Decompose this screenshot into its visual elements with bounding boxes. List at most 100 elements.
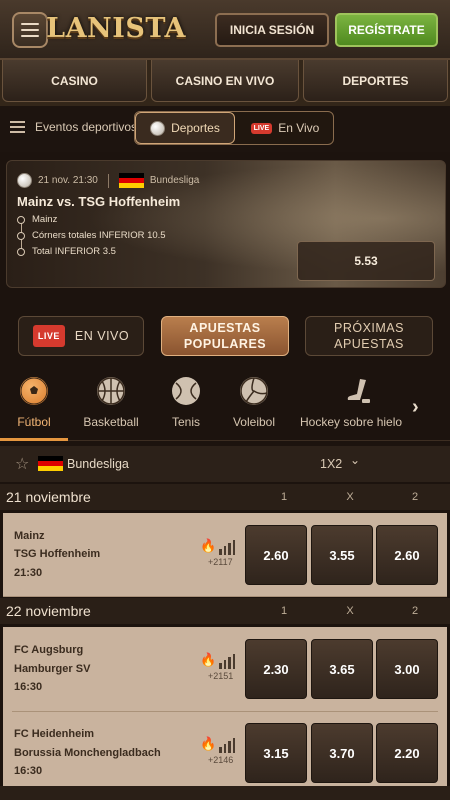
- star-icon[interactable]: ☆: [15, 454, 29, 474]
- selection-item: Total INFERIOR 3.5: [17, 245, 166, 261]
- featured-date: 21 nov. 21:30: [38, 175, 98, 186]
- basketball-icon: [97, 377, 125, 405]
- menu-button[interactable]: [12, 12, 48, 48]
- featured-meta: 21 nov. 21:30 Bundesliga: [17, 173, 199, 188]
- odds-away-button[interactable]: 3.00: [376, 639, 438, 699]
- top-nav: CASINO CASINO EN VIVO DEPORTES: [0, 60, 450, 106]
- germany-flag-icon: [38, 456, 63, 471]
- soccer-ball-icon: [17, 173, 32, 188]
- germany-flag-icon: [118, 173, 144, 188]
- chevron-right-icon[interactable]: ›: [412, 396, 419, 419]
- more-markets-count[interactable]: +2146: [208, 755, 233, 765]
- more-markets-count[interactable]: +2117: [208, 557, 233, 567]
- featured-title: Mainz vs. TSG Hoffenheim: [17, 194, 181, 209]
- column-header-1: 1: [280, 605, 288, 617]
- tab-live[interactable]: LIVE En Vivo: [235, 112, 333, 144]
- tab-live-label: En Vivo: [278, 121, 320, 135]
- nav-live-casino[interactable]: CASINO EN VIVO: [151, 60, 299, 102]
- date-label: 21 noviembre: [6, 489, 91, 505]
- sports-live-toggle: Deportes LIVE En Vivo: [134, 111, 334, 145]
- home-team: FC Augsburg: [14, 644, 84, 656]
- sport-tab-ice-hockey[interactable]: Hockey sobre hielo: [300, 377, 412, 435]
- odds-draw-button[interactable]: 3.70: [311, 723, 373, 783]
- soccer-ball-icon: [20, 377, 48, 405]
- filter-popular-line2: POPULARES: [183, 337, 267, 351]
- home-team: Mainz: [14, 530, 45, 542]
- featured-bet-card[interactable]: 21 nov. 21:30 Bundesliga Mainz vs. TSG H…: [6, 160, 446, 288]
- divider: [107, 173, 109, 188]
- column-header-1: 1: [280, 491, 288, 503]
- stats-icon[interactable]: [219, 738, 235, 753]
- menu-icon-bar: [21, 35, 39, 37]
- page-bottom: [0, 786, 450, 800]
- selection-item: Mainz: [17, 213, 166, 229]
- sport-tab-volleyball[interactable]: Voleibol: [224, 377, 284, 435]
- featured-league: Bundesliga: [149, 175, 200, 186]
- soccer-ball-icon: [150, 120, 166, 136]
- live-badge: LIVE: [250, 122, 273, 134]
- column-header-2: 2: [411, 491, 419, 503]
- fire-icon: 🔥: [200, 652, 217, 667]
- sport-label: Basketball: [83, 415, 139, 429]
- fire-icon: 🔥: [200, 736, 217, 751]
- filter-live-label: EN VIVO: [74, 329, 130, 343]
- sport-label: Fútbol: [17, 415, 51, 429]
- menu-icon-bar: [21, 29, 39, 31]
- filter-live[interactable]: LIVE EN VIVO: [18, 316, 144, 356]
- away-team: TSG Hoffenheim: [14, 548, 101, 560]
- menu-icon-bar: [21, 23, 39, 25]
- stats-icon[interactable]: [219, 654, 235, 669]
- odds-away-button[interactable]: 2.60: [376, 525, 438, 585]
- tab-sports-label: Deportes: [171, 121, 220, 135]
- match-time: 21:30: [14, 567, 43, 579]
- login-button[interactable]: INICIA SESIÓN: [215, 13, 329, 47]
- match-time: 16:30: [14, 765, 43, 777]
- sport-label: Voleibol: [232, 415, 276, 429]
- nav-sports[interactable]: DEPORTES: [303, 60, 448, 102]
- odds-away-button[interactable]: 2.20: [376, 723, 438, 783]
- filter-popular-bets[interactable]: APUESTAS POPULARES: [161, 316, 289, 356]
- date-label: 22 noviembre: [6, 603, 91, 619]
- tennis-ball-icon: [172, 377, 200, 405]
- away-team: Borussia Monchengladbach: [14, 747, 161, 759]
- chevron-down-icon[interactable]: ⌄: [350, 453, 360, 467]
- fire-icon: 🔥: [200, 538, 217, 553]
- filter-next-line1: PRÓXIMAS: [334, 321, 404, 335]
- league-name: Bundesliga: [67, 457, 129, 471]
- odds-home-button[interactable]: 2.30: [245, 639, 307, 699]
- divider: [12, 711, 438, 712]
- volleyball-icon: [240, 377, 268, 405]
- sport-tab-basketball[interactable]: Basketball: [75, 377, 147, 435]
- register-button[interactable]: REGÍSTRATE: [335, 13, 438, 47]
- nav-casino[interactable]: CASINO: [2, 60, 147, 102]
- filter-upcoming-bets[interactable]: PRÓXIMAS APUESTAS: [305, 316, 433, 356]
- sport-label: Tenis: [171, 415, 200, 429]
- more-markets-count[interactable]: +2151: [208, 671, 233, 681]
- away-team: Hamburger SV: [14, 663, 91, 675]
- live-badge: LIVE: [32, 325, 65, 347]
- market-selector[interactable]: 1X2: [320, 457, 342, 471]
- odds-home-button[interactable]: 2.60: [245, 525, 307, 585]
- featured-odds-button[interactable]: 5.53: [297, 241, 435, 281]
- sports-events-label: Eventos deportivos: [35, 120, 138, 134]
- sport-label: Hockey sobre hielo: [300, 415, 403, 429]
- stats-icon[interactable]: [219, 540, 235, 555]
- list-icon[interactable]: [10, 121, 25, 133]
- match-time: 16:30: [14, 681, 43, 693]
- column-header-x: X: [346, 605, 354, 617]
- sport-tab-football[interactable]: Fútbol: [6, 377, 62, 435]
- logo[interactable]: LANISTA: [46, 6, 185, 50]
- column-header-2: 2: [411, 605, 419, 617]
- filter-popular-line1: APUESTAS: [189, 321, 261, 335]
- sport-tab-tennis[interactable]: Tenis: [160, 377, 212, 435]
- active-tab-indicator: [0, 438, 68, 441]
- selection-item: Córners totales INFERIOR 10.5: [17, 229, 166, 245]
- tab-sports[interactable]: Deportes: [135, 112, 235, 144]
- column-header-x: X: [346, 491, 354, 503]
- odds-home-button[interactable]: 3.15: [245, 723, 307, 783]
- odds-draw-button[interactable]: 3.65: [311, 639, 373, 699]
- home-team: FC Heidenheim: [14, 728, 95, 740]
- hockey-stick-icon: [344, 377, 372, 405]
- featured-selections: Mainz Córners totales INFERIOR 10.5 Tota…: [17, 213, 166, 261]
- odds-draw-button[interactable]: 3.55: [311, 525, 373, 585]
